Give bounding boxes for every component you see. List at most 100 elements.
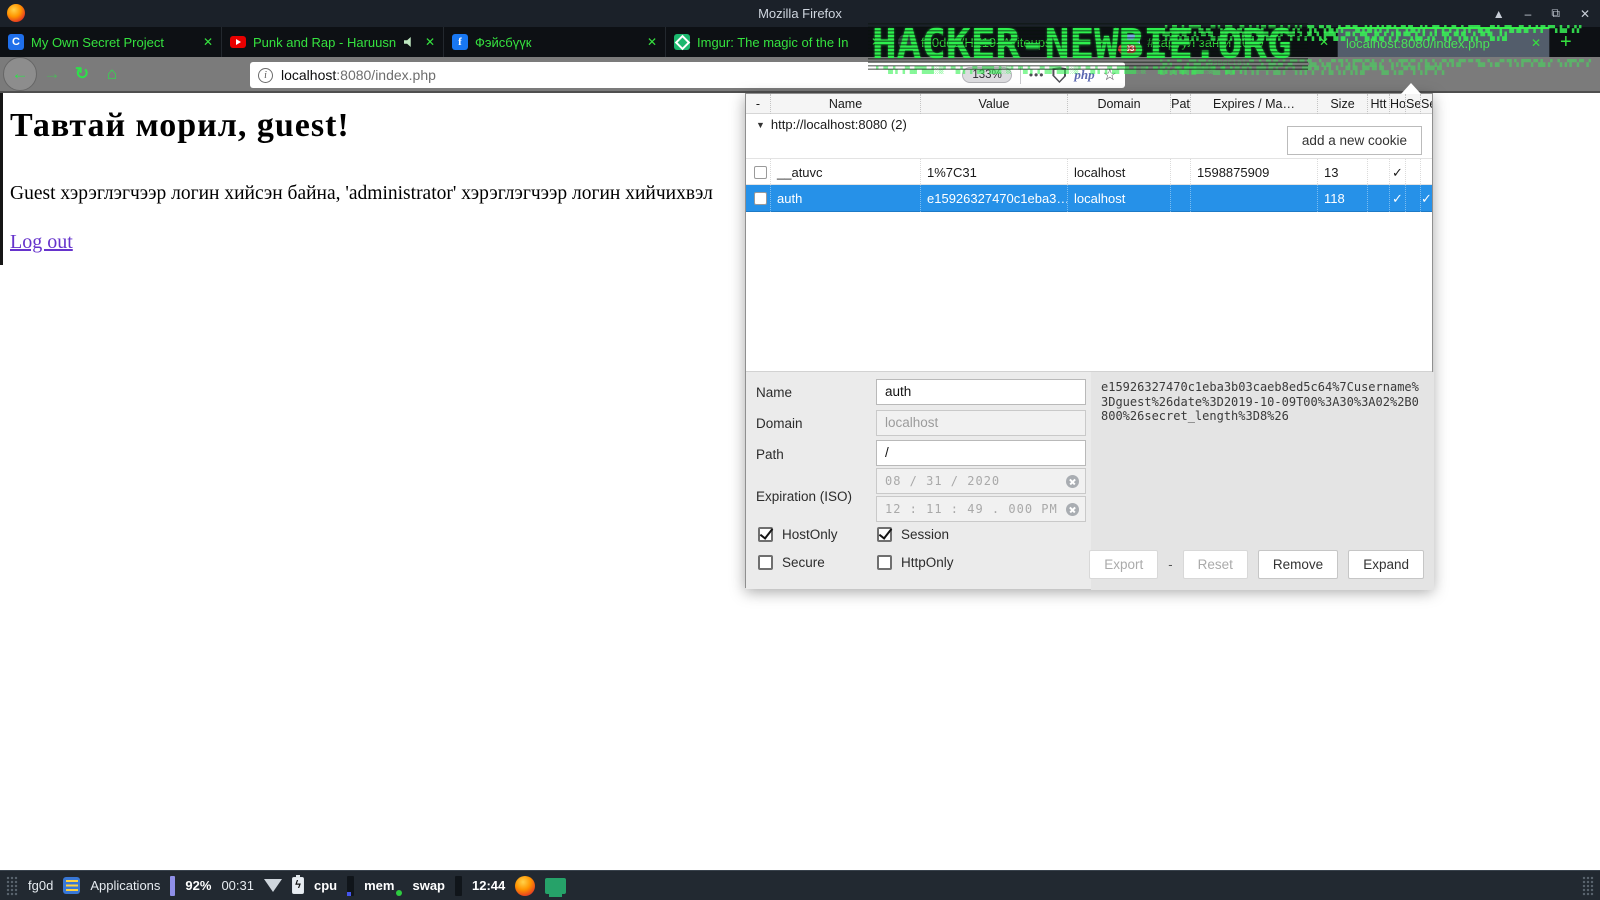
php-extension-badge[interactable]: php [1074,67,1094,83]
secure-checkbox[interactable] [758,555,773,570]
col-expires[interactable]: Expires / Ma… [1190,94,1317,114]
restore-window-button[interactable]: ⧉ [1551,6,1560,21]
page-info-icon[interactable]: i [258,68,273,83]
battery-bar-indicator [170,876,175,896]
home-button[interactable]: ⌂ [97,64,127,84]
panel-grip[interactable] [1582,876,1594,896]
cell-value: e15926327470c1eba3… [920,185,1067,212]
tab-close-icon[interactable]: ✕ [1531,36,1541,50]
forward-button[interactable]: → [37,64,67,84]
col-path[interactable]: Pat [1170,94,1190,114]
col-hostonly[interactable]: Ho [1389,94,1405,114]
clear-date-icon[interactable] [1066,475,1079,488]
tab-youtube[interactable]: Punk and Rap - Haruusn ✕ [222,27,444,57]
site-favicon [898,34,914,50]
hostonly-checkbox[interactable] [758,527,773,542]
dash-separator: - [1168,557,1172,572]
row-checkbox[interactable] [754,192,767,205]
tab-localhost-active[interactable]: localhost:8080/index.php ✕ [1338,27,1550,57]
tab-imgur[interactable]: Imgur: The magic of the In ✕ [666,27,890,57]
tab-title: #харуул занги 2019 [1147,35,1308,50]
nav-toolbar: ← → ↻ ⌂ i localhost:8080/index.php 133% … [0,57,1600,93]
new-tab-button[interactable]: + [1550,27,1582,57]
close-window-button[interactable]: ✕ [1580,7,1590,21]
bookmark-star-icon[interactable]: ☆ [1103,65,1117,85]
clear-time-icon[interactable] [1066,503,1079,516]
col-select[interactable]: - [746,94,770,114]
window-title: Mozilla Firefox [0,6,1600,21]
cell-domain: localhost [1067,185,1170,212]
expiration-date-field[interactable]: 08 / 31 / 2020 [876,468,1086,494]
row-checkbox[interactable] [754,166,767,179]
col-httponly[interactable]: Htt [1367,94,1389,114]
reload-button[interactable]: ↻ [67,64,97,84]
cookie-table-header: - Name Value Domain Pat Expires / Ma… Si… [746,94,1432,114]
cookie-editor-popup: - Name Value Domain Pat Expires / Ma… Si… [745,93,1433,588]
applications-menu[interactable]: Applications [90,878,160,893]
pocket-shield-icon[interactable] [1052,67,1066,83]
tab-close-icon[interactable]: ✕ [647,35,657,49]
collapse-arrow-icon[interactable]: ▼ [756,120,765,130]
logout-link[interactable]: Log out [10,231,73,253]
url-bar[interactable]: i localhost:8080/index.php 133% ••• php … [250,62,1125,88]
site-favicon: 593 [1124,34,1140,50]
secure-checkbox-item[interactable]: Secure [758,555,825,570]
tab-github-writeups[interactable]: fg0ddd/HZ19-Writeups ✕ [890,27,1116,57]
uptime-label: 00:31 [221,878,254,893]
expand-button[interactable]: Expand [1348,550,1424,579]
col-name[interactable]: Name [770,94,920,114]
minimize-window-button[interactable]: – [1525,7,1532,21]
tab-bar: C My Own Secret Project ✕ Punk and Rap -… [0,27,1600,57]
applications-menu-icon[interactable] [63,877,80,894]
httponly-checkbox[interactable] [877,555,892,570]
expiration-time-field[interactable]: 12 : 11 : 49 . 000 PM [876,496,1086,522]
cell-path [1170,159,1190,186]
cell-expires [1190,185,1317,212]
tab-audio-icon[interactable] [404,37,414,47]
tab-title: My Own Secret Project [31,35,192,50]
col-domain[interactable]: Domain [1067,94,1170,114]
firefox-taskbar-icon[interactable] [515,876,535,896]
httponly-checkbox-item[interactable]: HttpOnly [877,555,954,570]
url-text[interactable]: localhost:8080/index.php [281,67,436,83]
col-secure[interactable]: Se [1405,94,1420,114]
zoom-level-badge[interactable]: 133% [962,67,1011,83]
shade-window-button[interactable]: ▲ [1493,7,1505,21]
taskbar: fg0d Applications 92% 00:31 ϟ cpu mem sw… [0,870,1600,900]
tab-close-icon[interactable]: ✕ [425,35,435,49]
cell-secure [1405,185,1420,212]
panel-grip[interactable] [6,876,18,896]
terminal-taskbar-icon[interactable] [545,878,566,894]
col-value[interactable]: Value [920,94,1067,114]
path-field[interactable]: / [876,440,1086,466]
swap-label: swap [412,878,445,893]
tab-facebook[interactable]: f Фэйсбүүк ✕ [444,27,666,57]
cell-session [1420,159,1432,186]
tab-close-icon[interactable]: ✕ [1097,35,1107,49]
hostonly-checkbox-item[interactable]: HostOnly [758,527,838,542]
session-checkbox-item[interactable]: Session [877,527,949,542]
reset-button[interactable]: Reset [1183,550,1248,579]
wifi-icon[interactable] [264,879,282,892]
cell-secure [1405,159,1420,186]
session-checkbox[interactable] [877,527,892,542]
table-row-selected[interactable]: auth e15926327470c1eba3… localhost 118 ✓… [746,185,1432,212]
page-actions-icon[interactable]: ••• [1029,68,1045,82]
cell-domain: localhost [1067,159,1170,186]
domain-field[interactable]: localhost [876,410,1086,436]
remove-button[interactable]: Remove [1258,550,1338,579]
tab-my-own-secret-project[interactable]: C My Own Secret Project ✕ [0,27,222,57]
imgur-icon [674,34,690,50]
tab-chat-channel[interactable]: 593 #харуул занги 2019 ✕ [1116,27,1338,57]
export-button[interactable]: Export [1089,550,1158,579]
col-size[interactable]: Size [1317,94,1367,114]
name-field[interactable]: auth [876,379,1086,405]
back-button[interactable]: ← [3,57,37,91]
popup-anchor-arrow [1401,83,1421,94]
add-new-cookie-button[interactable]: add a new cookie [1287,126,1422,155]
tab-close-icon[interactable]: ✕ [1319,35,1329,49]
tab-close-icon[interactable]: ✕ [871,35,881,49]
table-row[interactable]: __atuvc 1%7C31 localhost 1598875909 13 ✓ [746,158,1432,185]
tab-close-icon[interactable]: ✕ [203,35,213,49]
col-session[interactable]: Se [1420,94,1432,114]
